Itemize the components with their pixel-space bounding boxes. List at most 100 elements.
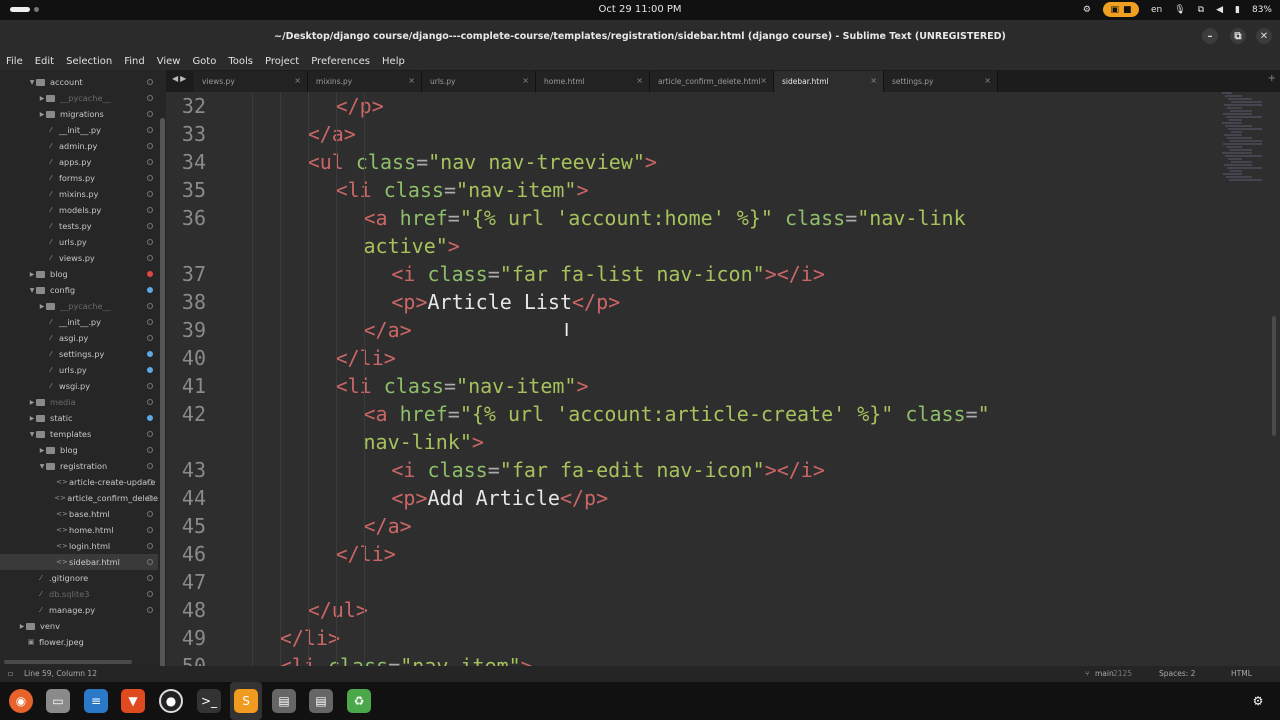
sidebar-item[interactable]: ⁄ mixins.py	[0, 186, 158, 202]
sidebar-item[interactable]: ⁄ wsgi.py	[0, 378, 158, 394]
code-line[interactable]: <ul class="nav nav-treeview">	[308, 148, 657, 176]
system-tray[interactable]: ⚙ ▣ ■ en 🎙 ⧉ ◀ ▮ 83%	[1083, 2, 1272, 17]
sidebar-item[interactable]: <> base.html	[0, 506, 158, 522]
code-line[interactable]: <li class="nav-item">	[336, 372, 589, 400]
code-line[interactable]: <a href="{% url 'account:article-create'…	[364, 400, 990, 428]
sidebar-item[interactable]: <> article_confirm_delete	[0, 490, 158, 506]
editor-scrollbar[interactable]	[1272, 316, 1276, 436]
tab-3[interactable]: home.html ×	[536, 71, 650, 92]
code-line[interactable]: </li>	[336, 344, 396, 372]
chevron-right-icon[interactable]: ▶	[38, 447, 46, 454]
sidebar-item[interactable]: ▶ static	[0, 410, 158, 426]
sidebar-item[interactable]: ⁄ .gitignore	[0, 570, 158, 586]
brave-icon[interactable]: ▼	[121, 689, 145, 713]
menu-file[interactable]: File	[6, 56, 23, 67]
code-line[interactable]: </li>	[336, 540, 396, 568]
code-line[interactable]: </a>	[364, 316, 412, 344]
chevron-down-icon[interactable]: ▼	[28, 287, 36, 294]
sidebar-item[interactable]: <> article-create-update	[0, 474, 158, 490]
sidebar-item[interactable]: ▶ blog	[0, 442, 158, 458]
sidebar-item[interactable]: ⁄ views.py	[0, 250, 158, 266]
files-icon[interactable]: ▭	[46, 689, 70, 713]
tab-2[interactable]: urls.py ×	[422, 71, 536, 92]
settings-icon[interactable]: ⚙	[1083, 5, 1091, 15]
code-line[interactable]: <li class="nav-item">	[336, 176, 589, 204]
chevron-right-icon[interactable]: ▶	[28, 415, 36, 422]
sidebar-item[interactable]: ⁄ asgi.py	[0, 330, 158, 346]
indentation[interactable]: Spaces: 2	[1159, 669, 1195, 678]
sidebar-item[interactable]: ⁄ settings.py	[0, 346, 158, 362]
menu-view[interactable]: View	[157, 56, 181, 67]
chevron-right-icon[interactable]: ▶	[18, 623, 26, 630]
sidebar-item[interactable]: <> login.html	[0, 538, 158, 554]
chevron-right-icon[interactable]: ▶	[28, 399, 36, 406]
code-line[interactable]: active">	[364, 232, 460, 260]
apps-icon[interactable]: ⚙	[1246, 689, 1270, 713]
sidebar-item[interactable]: ▣ flower.jpeg	[0, 634, 158, 650]
sidebar-item[interactable]: ⁄ tests.py	[0, 218, 158, 234]
chevron-down-icon[interactable]: ▼	[38, 463, 46, 470]
new-tab-button[interactable]: +	[1268, 73, 1276, 84]
close-button[interactable]: ✕	[1256, 28, 1272, 44]
language-indicator[interactable]: en	[1151, 5, 1162, 15]
sidebar-item[interactable]: ▶ __pycache__	[0, 90, 158, 106]
menu-preferences[interactable]: Preferences	[311, 56, 370, 67]
sidebar-item[interactable]: ▼ account	[0, 74, 158, 90]
code-line[interactable]: <p>Add Article</p>	[391, 484, 608, 512]
sidebar-item[interactable]: <> sidebar.html	[0, 554, 158, 570]
ssd-icon[interactable]: ▤	[309, 689, 333, 713]
chevron-right-icon[interactable]: ▶	[28, 271, 36, 278]
chevron-down-icon[interactable]: ▼	[28, 79, 36, 86]
code-line[interactable]: </a>	[308, 120, 356, 148]
code-editor[interactable]: 32 33 34 35 36 37 38 39 40 41 42 43 44 45 46 47 48 49 50 <…	[166, 92, 1280, 666]
window-title-bar[interactable]: ~/Desktop/django course/django---complet…	[0, 20, 1280, 52]
sidebar-item[interactable]: <> home.html	[0, 522, 158, 538]
recording-indicator[interactable]: ▣ ■	[1102, 2, 1139, 17]
tab-nav-arrows[interactable]: ◀▶	[172, 74, 188, 83]
tab-1[interactable]: mixins.py ×	[308, 71, 422, 92]
close-icon[interactable]: ×	[636, 76, 643, 85]
sidebar-item[interactable]: ▶ migrations	[0, 106, 158, 122]
chevron-right-icon[interactable]: ▶	[38, 95, 46, 102]
menu-goto[interactable]: Goto	[192, 56, 216, 67]
close-icon[interactable]: ×	[760, 76, 767, 85]
project-sidebar[interactable]: ▼ account ▶ __pycache__ ▶ migrations ⁄ __init__…	[0, 70, 166, 666]
sidebar-horizontal-scrollbar[interactable]	[4, 660, 132, 664]
tab-0[interactable]: views.py ×	[194, 71, 308, 92]
menu-project[interactable]: Project	[265, 56, 299, 67]
maximize-button[interactable]: ⧉	[1230, 28, 1246, 44]
writer-icon[interactable]: ≡	[84, 689, 108, 713]
code-line[interactable]: <i class="far fa-list nav-icon"></i>	[391, 260, 825, 288]
ssd-icon[interactable]: ▤	[272, 689, 296, 713]
terminal-icon[interactable]: >_	[197, 689, 221, 713]
code-line[interactable]: <p>Article List</p>	[391, 288, 620, 316]
sidebar-item[interactable]: ⁄ admin.py	[0, 138, 158, 154]
close-icon[interactable]: ×	[408, 76, 415, 85]
syntax-mode[interactable]: HTML	[1231, 669, 1252, 678]
sidebar-item[interactable]: ▼ templates	[0, 426, 158, 442]
sidebar-item[interactable]: ⁄ forms.py	[0, 170, 158, 186]
menu-tools[interactable]: Tools	[228, 56, 253, 67]
chevron-down-icon[interactable]: ▼	[28, 431, 36, 438]
sidebar-item[interactable]: ⁄ __init__.py	[0, 314, 158, 330]
sidebar-item[interactable]: ▶ media	[0, 394, 158, 410]
minimize-button[interactable]: –	[1202, 28, 1218, 44]
code-line[interactable]: nav-link">	[364, 428, 484, 456]
sidebar-item[interactable]: ⁄ urls.py	[0, 362, 158, 378]
sublime-icon[interactable]: S	[234, 689, 258, 713]
sidebar-item[interactable]: ▼ config	[0, 282, 158, 298]
sidebar-scrollbar[interactable]	[160, 118, 165, 666]
code-line[interactable]: <i class="far fa-edit nav-icon"></i>	[391, 456, 825, 484]
tab-6[interactable]: settings.py ×	[884, 71, 998, 92]
code-line[interactable]: <a href="{% url 'account:home' %}" class…	[364, 204, 966, 232]
close-icon[interactable]: ×	[294, 76, 301, 85]
sidebar-item[interactable]: ⁄ models.py	[0, 202, 158, 218]
code-line[interactable]: </ul>	[308, 596, 368, 624]
git-branch[interactable]: main	[1095, 669, 1114, 678]
sidebar-item[interactable]: ▼ registration	[0, 458, 158, 474]
sidebar-item[interactable]: ▶ __pycache__	[0, 298, 158, 314]
obs-icon[interactable]: ●	[159, 689, 183, 713]
close-icon[interactable]: ×	[984, 76, 991, 85]
trash-icon[interactable]: ♻	[347, 689, 371, 713]
sidebar-item[interactable]: ⁄ urls.py	[0, 234, 158, 250]
